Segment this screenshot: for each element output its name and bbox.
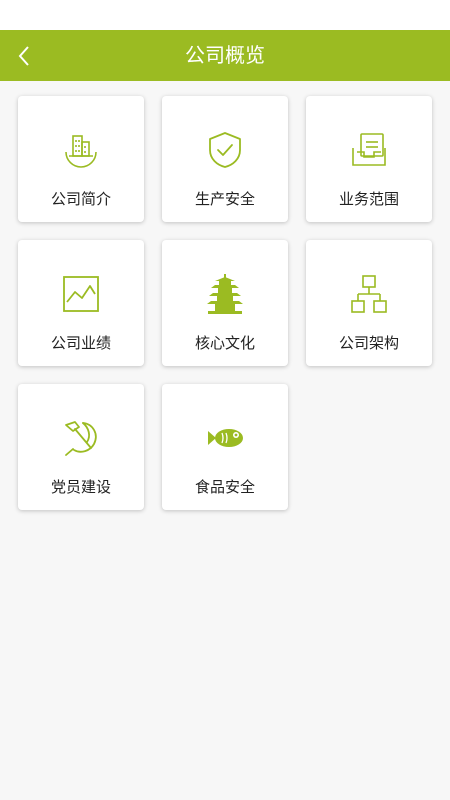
app-bar: 公司概览 (0, 30, 450, 81)
menu-item-core-culture[interactable]: 核心文化 (162, 240, 288, 366)
menu-item-label: 党员建设 (50, 478, 111, 496)
chevron-left-icon (18, 45, 29, 66)
status-bar (0, 0, 450, 30)
page-title: 公司概览 (185, 43, 265, 67)
building-icon (65, 135, 97, 168)
line-chart-icon (63, 276, 99, 312)
menu-item-food-safety[interactable]: 食品安全 (162, 384, 288, 510)
menu-item-label: 业务范围 (338, 190, 399, 208)
menu-item-label: 公司简介 (50, 190, 111, 208)
document-tray-icon (352, 133, 386, 166)
menu-item-label: 公司架构 (338, 334, 399, 352)
menu-grid: 公司简介 生产安全 业务范围 公司业绩 核心文化 公司架构 党员建设 食品安全 (18, 96, 432, 510)
shield-check-icon (209, 132, 241, 168)
menu-item-party-building[interactable]: 党员建设 (18, 384, 144, 510)
pagoda-icon (207, 274, 243, 314)
menu-item-label: 生产安全 (194, 190, 255, 208)
org-chart-icon (351, 275, 387, 313)
menu-item-label: 食品安全 (194, 478, 255, 496)
menu-item-production-safety[interactable]: 生产安全 (162, 96, 288, 222)
hammer-sickle-icon (65, 421, 97, 456)
menu-item-business-scope[interactable]: 业务范围 (306, 96, 432, 222)
menu-item-label: 公司业绩 (50, 334, 111, 352)
menu-item-company-structure[interactable]: 公司架构 (306, 240, 432, 366)
back-button[interactable] (4, 30, 44, 81)
menu-item-company-performance[interactable]: 公司业绩 (18, 240, 144, 366)
menu-item-label: 核心文化 (194, 334, 255, 352)
fish-icon (208, 429, 243, 447)
menu-item-company-intro[interactable]: 公司简介 (18, 96, 144, 222)
